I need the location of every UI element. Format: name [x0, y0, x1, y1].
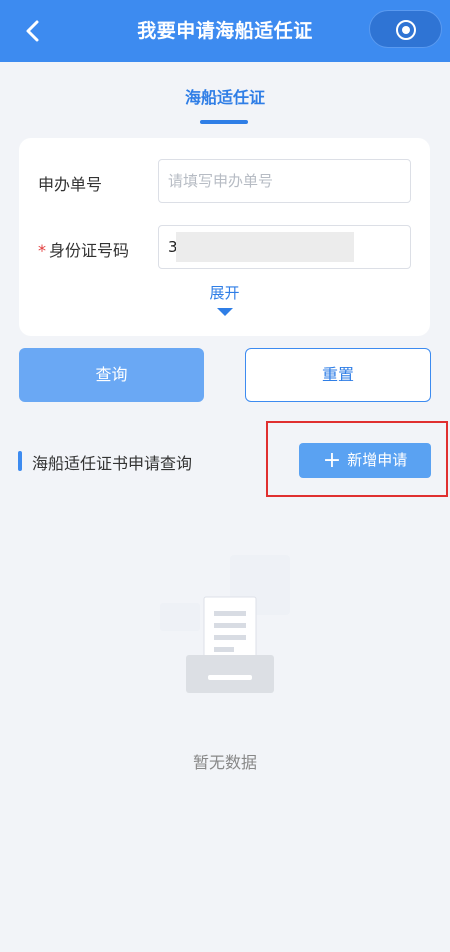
search-form-card: 申办单号 请填写申办单号 * 身份证号码 3 展开 — [19, 138, 430, 336]
expand-toggle[interactable]: 展开 — [19, 282, 430, 303]
section-accent-bar — [18, 451, 22, 471]
tab-seagoing-certificate[interactable]: 海船适任证 — [0, 84, 450, 108]
id-number-label: * 身份证号码 — [38, 237, 129, 261]
query-button[interactable]: 查询 — [19, 348, 204, 402]
section-title: 海船适任证书申请查询 — [32, 454, 193, 473]
empty-document-icon — [160, 555, 290, 693]
masked-id-region — [176, 232, 354, 262]
add-application-label: 新增申请 — [347, 451, 408, 469]
id-number-input[interactable]: 3 — [158, 225, 411, 269]
mini-program-capsule-button[interactable] — [369, 10, 442, 48]
application-no-label: 申办单号 — [38, 175, 103, 194]
caret-down-icon[interactable] — [217, 308, 233, 316]
application-no-placeholder: 请填写申办单号 — [168, 172, 274, 190]
required-mark: * — [38, 241, 46, 260]
add-application-button[interactable]: + 新增申请 — [299, 443, 431, 478]
empty-state-text: 暂无数据 — [192, 753, 257, 772]
close-target-icon[interactable] — [396, 20, 416, 40]
navigation-bar: 我要申请海船适任证 — [0, 0, 450, 62]
reset-button[interactable]: 重置 — [245, 348, 431, 402]
id-number-label-text: 身份证号码 — [49, 241, 130, 260]
plus-icon: + — [322, 448, 342, 473]
tab-active-indicator — [200, 120, 248, 124]
application-no-input[interactable]: 请填写申办单号 — [158, 159, 411, 203]
